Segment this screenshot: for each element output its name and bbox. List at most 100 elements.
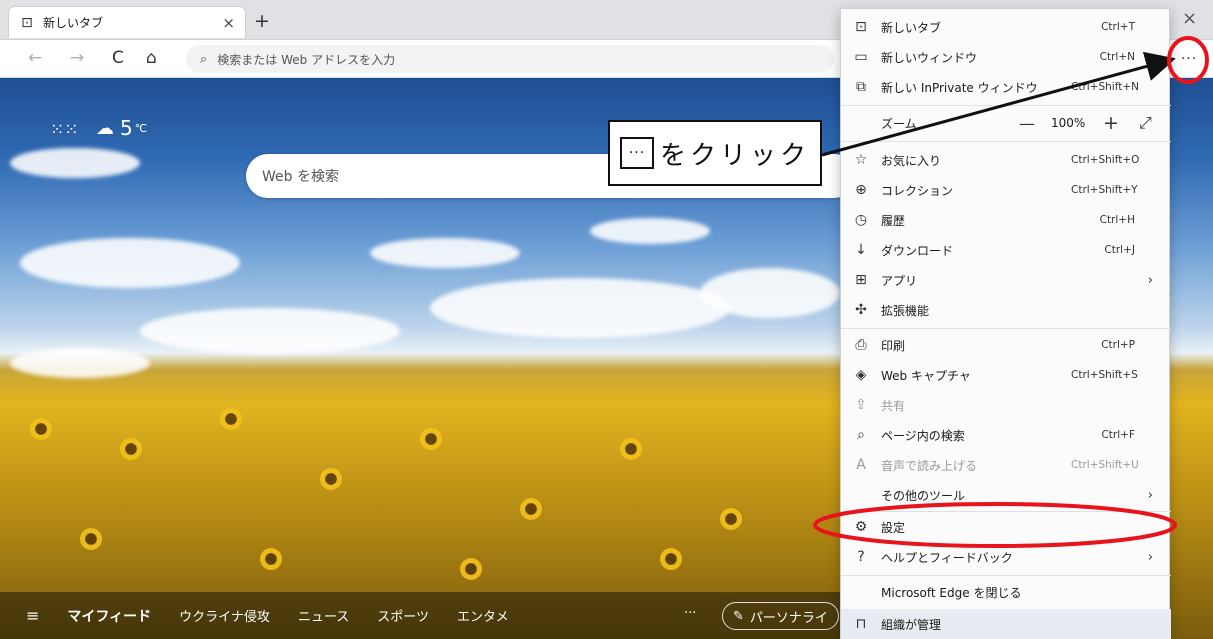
menu-item-share: ⇪ 共有 (841, 390, 1171, 420)
menu-item-more-tools[interactable]: その他のツール › (841, 480, 1171, 510)
menu-item-collections[interactable]: ⊕ コレクション Ctrl+Shift+Y (841, 175, 1171, 205)
menu-item-managed-by-org[interactable]: ⊓ 組織が管理 (841, 609, 1171, 639)
chevron-right-icon: › (1147, 272, 1153, 288)
menu-label: アプリ (881, 273, 918, 288)
collections-icon: ⊕ (855, 182, 867, 198)
refresh-icon[interactable]: C (112, 48, 124, 68)
hamburger-menu-icon[interactable]: ≡ (26, 606, 39, 625)
weather-widget[interactable]: ☁ 5 ℃ (96, 116, 147, 140)
menu-label: Web キャプチャ (881, 368, 971, 383)
apps-grid-icon: ⊞ (855, 272, 867, 288)
menu-item-web-capture[interactable]: ◈ Web キャプチャ Ctrl+Shift+S (841, 360, 1171, 390)
menu-item-favorites[interactable]: ☆ お気に入り Ctrl+Shift+O (841, 145, 1171, 175)
menu-label: 設定 (881, 520, 906, 535)
menu-divider (841, 105, 1171, 106)
menu-label: 新しい InPrivate ウィンドウ (881, 80, 1038, 95)
sunflower-decoration (260, 548, 282, 570)
feed-tab-news[interactable]: ニュース (298, 606, 349, 625)
window-icon: ▭ (854, 49, 868, 65)
sunflower-decoration (660, 548, 682, 570)
feed-tab-entertainment[interactable]: エンタメ (457, 606, 509, 625)
web-capture-icon: ◈ (855, 367, 867, 383)
menu-item-read-aloud: A 音声で読み上げる Ctrl+Shift+U (841, 450, 1171, 480)
menu-item-new-inprivate[interactable]: ⧉ 新しい InPrivate ウィンドウ Ctrl+Shift+N (841, 72, 1171, 102)
cloud-decoration (590, 218, 710, 244)
sunflower-decoration (620, 438, 642, 460)
settings-and-more-menu: ⊡ 新しいタブ Ctrl+T ▭ 新しいウィンドウ Ctrl+N ⧉ 新しい I… (840, 8, 1171, 639)
cloud-decoration (370, 238, 520, 268)
menu-item-history[interactable]: ◷ 履歴 Ctrl+H (841, 205, 1171, 235)
menu-item-extensions[interactable]: ✣ 拡張機能 (841, 295, 1171, 325)
menu-label: 組織が管理 (881, 617, 942, 632)
callout-text: をクリック (660, 140, 811, 171)
address-bar[interactable]: ⌕ 検索または Web アドレスを入力 (186, 45, 834, 73)
pencil-icon: ✎ (733, 608, 744, 624)
feed-tab-sports[interactable]: スポーツ (377, 606, 429, 625)
address-placeholder: 検索または Web アドレスを入力 (217, 52, 396, 67)
menu-label: 新しいタブ (881, 20, 942, 35)
sunflower-decoration (720, 508, 742, 530)
fullscreen-icon[interactable]: ⤢ (1139, 113, 1152, 133)
cloud-decoration (700, 268, 840, 318)
menu-item-settings[interactable]: ⚙ 設定 (841, 512, 1171, 542)
zoom-out-button[interactable]: — (1019, 114, 1035, 133)
menu-label: 共有 (881, 398, 906, 413)
window-close-button[interactable]: × (1182, 8, 1197, 29)
history-clock-icon: ◷ (854, 212, 868, 228)
app-launcher-icon[interactable]: ⁙⁙ (50, 120, 79, 140)
menu-shortcut: Ctrl+H (1099, 214, 1135, 226)
find-on-page-icon: ⌕ (857, 427, 865, 443)
instruction-callout: ··· をクリック (608, 120, 822, 186)
menu-label: お気に入り (881, 153, 942, 168)
sunflower-decoration (30, 418, 52, 440)
menu-item-print[interactable]: ⎙ 印刷 Ctrl+P (841, 330, 1171, 360)
menu-label: 新しいウィンドウ (881, 50, 978, 65)
menu-shortcut: Ctrl+Shift+U (1071, 459, 1139, 471)
menu-label: 拡張機能 (881, 303, 930, 318)
menu-shortcut: Ctrl+F (1101, 429, 1135, 441)
sunflower-decoration (460, 558, 482, 580)
menu-item-zoom: ズーム — 100% + ⤢ (841, 108, 1171, 138)
back-arrow-icon[interactable]: ← (28, 48, 42, 68)
cloud-decoration (10, 148, 140, 178)
briefcase-icon: ⊓ (855, 616, 867, 632)
gear-icon: ⚙ (854, 519, 868, 535)
menu-shortcut: Ctrl+Shift+N (1071, 81, 1139, 93)
menu-item-new-window[interactable]: ▭ 新しいウィンドウ Ctrl+N (841, 42, 1171, 72)
menu-item-apps[interactable]: ⊞ アプリ › (841, 265, 1171, 295)
menu-item-new-tab[interactable]: ⊡ 新しいタブ Ctrl+T (841, 12, 1171, 42)
sunflower-decoration (520, 498, 542, 520)
new-tab-icon: ⊡ (21, 14, 33, 31)
tab-new-tab[interactable]: ⊡ 新しいタブ × (8, 6, 246, 38)
menu-label: 音声で読み上げる (881, 458, 978, 473)
feed-tab-my-feed[interactable]: マイフィード (67, 606, 151, 626)
menu-item-downloads[interactable]: ↓ ダウンロード Ctrl+J (841, 235, 1171, 265)
printer-icon: ⎙ (855, 337, 867, 353)
menu-item-find-on-page[interactable]: ⌕ ページ内の検索 Ctrl+F (841, 420, 1171, 450)
forward-arrow-icon[interactable]: → (70, 48, 84, 68)
settings-and-more-button[interactable]: ··· (1175, 46, 1203, 72)
menu-shortcut: Ctrl+Shift+Y (1071, 184, 1138, 196)
sunflower-decoration (320, 468, 342, 490)
chevron-right-icon: › (1147, 487, 1153, 503)
zoom-in-button[interactable]: + (1103, 112, 1119, 134)
tab-close-icon[interactable]: × (222, 14, 235, 32)
home-icon[interactable]: ⌂ (146, 48, 157, 68)
personalize-button[interactable]: ✎ パーソナライ (722, 602, 839, 630)
cloud-decoration (10, 348, 150, 378)
help-icon: ? (857, 549, 865, 565)
search-icon: ⌕ (200, 51, 208, 67)
callout-more-box: ··· (620, 137, 654, 169)
inprivate-icon: ⧉ (856, 79, 866, 95)
feed-more-button[interactable]: ··· (684, 606, 696, 621)
new-tab-button[interactable]: + (254, 10, 270, 32)
menu-label: ダウンロード (881, 243, 954, 258)
menu-shortcut: Ctrl+J (1104, 244, 1135, 256)
menu-label: Microsoft Edge を閉じる (881, 585, 1022, 600)
sunflower-decoration (120, 438, 142, 460)
menu-item-help[interactable]: ? ヘルプとフィードバック › (841, 542, 1171, 572)
menu-item-close-edge[interactable]: Microsoft Edge を閉じる (841, 577, 1171, 607)
menu-label: その他のツール (881, 488, 966, 503)
feed-tab-ukraine[interactable]: ウクライナ侵攻 (179, 606, 270, 625)
chevron-right-icon: › (1147, 549, 1153, 565)
